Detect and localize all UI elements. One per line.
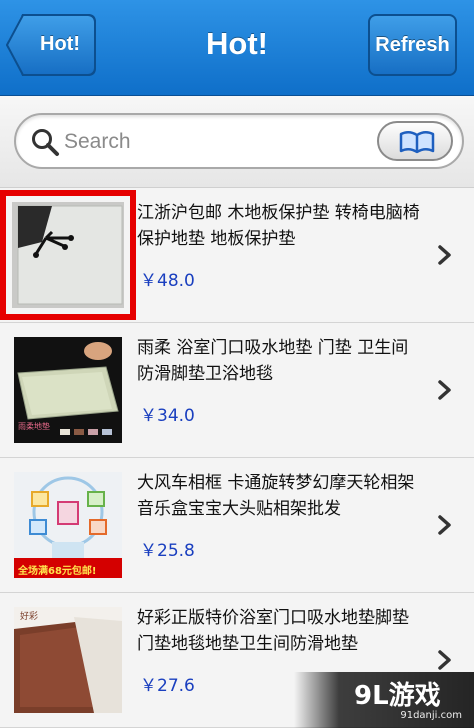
product-title: 雨柔 浴室门口吸水地垫 门垫 卫生间 防滑脚垫卫浴地毯 <box>137 338 409 384</box>
chevron-right-icon[interactable] <box>438 649 452 671</box>
product-price: ￥25.8 <box>140 541 195 561</box>
product-row[interactable]: 江浙沪包邮 木地板保护垫 转椅电脑椅保护地垫 地板保护垫 ￥48.0 <box>0 188 474 323</box>
chair-mat-image <box>12 202 124 308</box>
watermark-logo: 9L游戏 <box>354 681 441 710</box>
chevron-right-icon[interactable] <box>438 514 452 536</box>
thumbnail-caption: 雨柔地垫 <box>18 422 50 431</box>
search-field[interactable] <box>14 113 464 169</box>
svg-text:9L游戏: 9L游戏 <box>354 681 441 710</box>
product-list: 江浙沪包邮 木地板保护垫 转椅电脑椅保护地垫 地板保护垫 ￥48.0 雨柔地垫 … <box>0 188 474 728</box>
book-icon <box>399 131 435 154</box>
chevron-right-icon[interactable] <box>438 379 452 401</box>
chevron-right-icon[interactable] <box>438 244 452 266</box>
product-thumbnail[interactable]: 雨柔地垫 <box>14 337 122 443</box>
product-thumbnail[interactable]: 全场满68元包邮! <box>14 472 122 578</box>
product-row[interactable]: 雨柔地垫 雨柔 浴室门口吸水地垫 门垫 卫生间 防滑脚垫卫浴地毯 ￥34.0 <box>0 323 474 458</box>
thumbnail-caption: 全场满68元包邮! <box>18 566 97 577</box>
search-bar <box>0 96 474 188</box>
product-price: ￥27.6 <box>140 676 195 696</box>
thumbnail-caption: 好彩 <box>20 612 39 622</box>
floor-mat-image <box>14 607 122 713</box>
product-price: ￥34.0 <box>140 406 195 426</box>
product-title: 好彩正版特价浴室门口吸水地垫脚垫门垫地毯地垫卫生间防滑地垫 <box>137 608 409 654</box>
product-thumbnail-highlighted[interactable] <box>0 190 136 320</box>
product-price: ￥48.0 <box>140 271 195 291</box>
bookmark-button[interactable] <box>377 121 453 161</box>
watermark-url: 91danji.com <box>400 710 462 721</box>
site-watermark: 9L游戏 91danji.com <box>294 672 474 728</box>
search-input[interactable] <box>64 127 364 157</box>
nav-bar: Hot! Hot! Refresh <box>0 0 474 96</box>
product-title: 江浙沪包邮 木地板保护垫 转椅电脑椅保护地垫 地板保护垫 <box>137 203 420 249</box>
refresh-button[interactable]: Refresh <box>368 14 457 76</box>
product-thumbnail[interactable]: 好彩 <box>14 607 122 713</box>
product-row[interactable]: 全场满68元包邮! 大风车相框 卡通旋转梦幻摩天轮相架 音乐盒宝宝大头贴相架批发… <box>0 458 474 593</box>
product-title: 大风车相框 卡通旋转梦幻摩天轮相架 音乐盒宝宝大头贴相架批发 <box>137 473 415 519</box>
search-icon <box>32 129 59 156</box>
